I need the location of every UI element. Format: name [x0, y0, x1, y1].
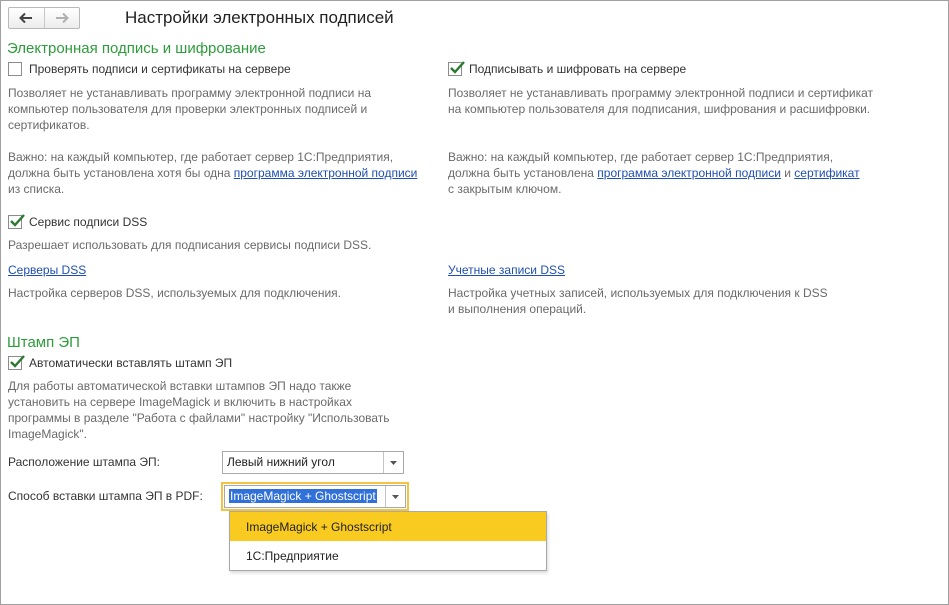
checkbox-unchecked-icon[interactable] [8, 62, 22, 76]
dropdown-option[interactable]: 1С:Предприятие [230, 541, 546, 570]
navigation-buttons [8, 7, 80, 29]
forward-button[interactable] [43, 8, 80, 28]
checkbox-checked-icon[interactable] [448, 61, 465, 76]
page-title: Настройки электронных подписей [125, 8, 394, 27]
dss-accounts-link[interactable]: Учетные записи DSS [448, 263, 565, 277]
chevron-down-icon [392, 494, 399, 499]
dss-service-desc: Разрешает использовать для подписания се… [8, 238, 372, 252]
chevron-down-icon [390, 460, 397, 465]
stamp-method-value[interactable]: ImageMagick + Ghostscript [225, 486, 385, 507]
auto-stamp-desc: Для работы автоматической вставки штампо… [8, 379, 390, 441]
stamp-position-select[interactable]: Левый нижний угол [222, 451, 404, 474]
section-heading-signature: Электронная подпись и шифрование [7, 40, 266, 57]
back-button[interactable] [9, 8, 44, 28]
dss-servers-desc: Настройка серверов DSS, используемых для… [8, 286, 342, 300]
note-text: с закрытым ключом. [448, 182, 562, 196]
verify-on-server-label: Проверять подписи и сертификаты на серве… [29, 62, 291, 76]
dss-service-checkbox[interactable]: Сервис подписи DSS [8, 214, 148, 229]
stamp-method-dropdown: ImageMagick + Ghostscript 1С:Предприятие [229, 511, 547, 571]
signature-program-link[interactable]: программа электронной подписи [597, 166, 781, 180]
dropdown-option[interactable]: ImageMagick + Ghostscript [230, 512, 546, 541]
auto-stamp-label: Автоматически вставлять штамп ЭП [29, 356, 233, 370]
sign-encrypt-on-server-checkbox[interactable]: Подписывать и шифровать на сервере [448, 61, 687, 76]
sign-encrypt-desc: Позволяет не устанавливать программу эле… [448, 86, 874, 116]
verify-on-server-desc: Позволяет не устанавливать программу эле… [8, 86, 372, 132]
note-text: из списка. [8, 182, 65, 196]
auto-stamp-checkbox[interactable]: Автоматически вставлять штамп ЭП [8, 355, 233, 370]
verify-on-server-note: Важно: на каждый компьютер, где работает… [8, 149, 428, 197]
stamp-method-label: Способ вставки штампа ЭП в PDF: [8, 489, 203, 503]
checkbox-checked-icon[interactable] [8, 214, 25, 229]
checkbox-checked-icon[interactable] [8, 355, 25, 370]
sign-encrypt-on-server-label: Подписывать и шифровать на сервере [469, 62, 687, 76]
dss-service-label: Сервис подписи DSS [29, 215, 148, 229]
stamp-position-value: Левый нижний угол [227, 455, 335, 469]
dropdown-button[interactable] [383, 452, 403, 473]
certificate-link[interactable]: сертификат [794, 166, 859, 180]
dss-servers-link[interactable]: Серверы DSS [8, 263, 86, 277]
signature-program-link[interactable]: программа электронной подписи [234, 166, 418, 180]
stamp-method-select[interactable]: ImageMagick + Ghostscript [221, 482, 409, 511]
settings-window: Настройки электронных подписей Электронн… [0, 0, 949, 605]
dss-accounts-desc: Настройка учетных записей, используемых … [448, 286, 828, 316]
stamp-position-label: Расположение штампа ЭП: [8, 455, 160, 469]
selected-text: ImageMagick + Ghostscript [229, 489, 377, 503]
section-heading-stamp: Штамп ЭП [7, 334, 80, 351]
verify-on-server-checkbox[interactable]: Проверять подписи и сертификаты на серве… [8, 62, 291, 76]
sign-encrypt-note: Важно: на каждый компьютер, где работает… [448, 149, 868, 197]
arrow-right-icon [55, 12, 69, 24]
note-text: и [780, 166, 795, 180]
arrow-left-icon [19, 12, 33, 24]
dropdown-button[interactable] [385, 486, 405, 507]
